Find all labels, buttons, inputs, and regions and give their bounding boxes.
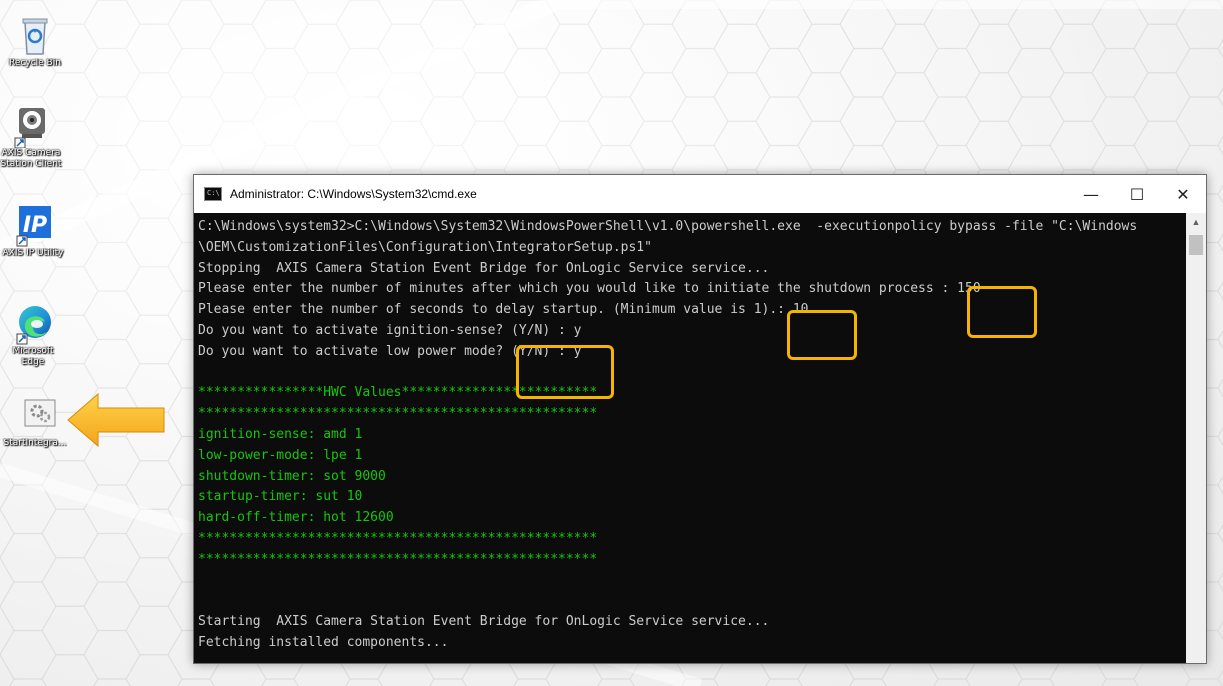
vertical-scrollbar[interactable]: ▲: [1186, 213, 1206, 663]
icon-label-line1: AXIS Camera: [1, 148, 61, 158]
desktop-icon-axis-camera-station[interactable]: AXIS Camera Station Client: [0, 104, 66, 170]
ip-utility-icon: IP: [11, 204, 55, 248]
highlight-ignition-yn: [516, 345, 614, 399]
console-line: C:\Windows\system32>C:\Windows\System32\…: [198, 219, 1138, 234]
icon-label: AXIS IP Utility: [2, 248, 64, 258]
callout-arrow-icon: [67, 392, 165, 448]
edge-icon: [11, 302, 55, 346]
title-bar[interactable]: C:\ Administrator: C:\Windows\System32\c…: [194, 175, 1206, 213]
console-line: Please enter the number of seconds to de…: [198, 302, 809, 318]
desktop-icon-microsoft-edge[interactable]: Microsoft Edge: [0, 302, 68, 368]
console-line: ****************************************…: [198, 530, 598, 546]
console-line: ****************************************…: [198, 406, 598, 422]
icon-label-line2: Edge: [21, 357, 45, 367]
desktop-icon-axis-ip-utility[interactable]: IP AXIS IP Utility: [0, 204, 68, 259]
desktop-icon-start-integrator[interactable]: StartIntegra...: [0, 398, 70, 449]
svg-text:IP: IP: [23, 213, 47, 238]
icon-label-line2: Station Client: [0, 159, 62, 169]
console-line: \OEM\CustomizationFiles\Configuration\In…: [198, 239, 652, 255]
console-line: Stopping AXIS Camera Station Event Bridg…: [198, 260, 770, 276]
close-button[interactable]: ✕: [1160, 175, 1206, 213]
gear-script-icon: [13, 398, 57, 442]
console-line: ****************************************…: [198, 551, 598, 567]
console-line: Fetching installed components...: [198, 634, 449, 650]
scroll-thumb[interactable]: [1189, 235, 1203, 255]
console-line: ****************HWC Values**************…: [198, 385, 598, 401]
recycle-bin-icon: [13, 14, 57, 58]
scroll-up-icon[interactable]: ▲: [1186, 213, 1206, 231]
console-line: shutdown-timer: sot 9000: [198, 468, 386, 484]
highlight-startup-value: [787, 310, 857, 360]
highlight-shutdown-value: [967, 286, 1037, 338]
minimize-button[interactable]: —: [1068, 175, 1114, 213]
maximize-button[interactable]: ☐: [1114, 175, 1160, 213]
cmd-icon: C:\: [204, 187, 222, 201]
console-output[interactable]: C:\Windows\system32>C:\Windows\System32\…: [194, 213, 1186, 663]
desktop-icon-recycle-bin[interactable]: Recycle Bin: [0, 14, 70, 69]
window-title: Administrator: C:\Windows\System32\cmd.e…: [230, 187, 477, 201]
cmd-window[interactable]: C:\ Administrator: C:\Windows\System32\c…: [193, 174, 1207, 664]
console-line: Please enter the number of minutes after…: [198, 281, 981, 297]
console-line: low-power-mode: lpe 1: [198, 447, 363, 463]
console-line: ignition-sense: amd 1: [198, 426, 363, 442]
console-line: Do you want to activate low power mode? …: [198, 343, 582, 359]
console-line: Do you want to activate ignition-sense? …: [198, 322, 582, 338]
axis-camera-icon: [9, 104, 53, 149]
console-line: startup-timer: sut 10: [198, 489, 363, 505]
console-line: hard-off-timer: hot 12600: [198, 510, 394, 526]
console-line: Starting AXIS Camera Station Event Bridg…: [198, 614, 770, 630]
icon-label: Recycle Bin: [9, 58, 61, 68]
icon-label-line1: Microsoft: [12, 346, 54, 356]
